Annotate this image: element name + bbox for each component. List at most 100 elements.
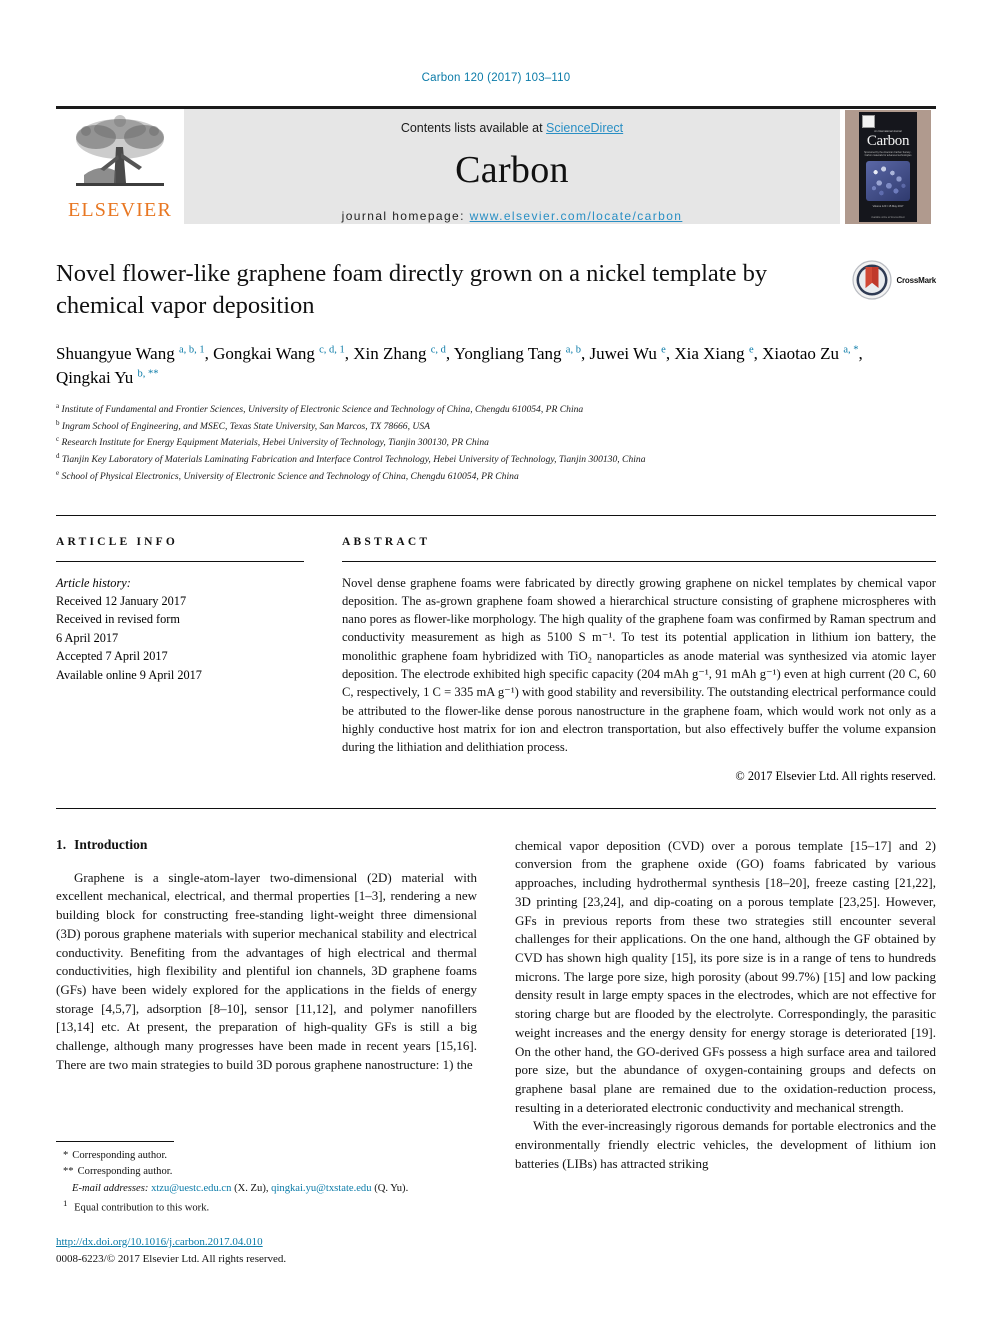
body-column-right: chemical vapor deposition (CVD) over a p… (515, 837, 936, 1174)
email-link-1[interactable]: xtzu@uestc.edu.cn (151, 1183, 231, 1194)
cover-artwork-icon (866, 160, 910, 201)
section-number: 1. (56, 836, 67, 852)
section-heading-introduction: 1. Introduction (56, 837, 477, 853)
author-affil-marks: c, d, 1 (319, 344, 345, 356)
article-history-item: Accepted 7 April 2017 (56, 649, 168, 664)
abstract-column: ABSTRACT Novel dense graphene foams were… (342, 536, 936, 784)
body-columns: 1. Introduction Graphene is a single-atom… (56, 837, 936, 1174)
divider (56, 807, 936, 809)
email-owner-2: (Q. Yu). (374, 1182, 409, 1194)
author-name: Juwei Wu (589, 343, 657, 363)
divider (56, 560, 304, 562)
footnote-text: Corresponding author. (77, 1166, 173, 1178)
author-name: Xia Xiang (674, 343, 745, 363)
crossmark-icon[interactable] (852, 260, 893, 300)
author-item: Qingkai Yu b, ** (56, 368, 159, 387)
paragraph: With the ever-increasingly rigorous dema… (515, 1118, 936, 1171)
cover-inner: An International Journal Carbon Sponsore… (859, 111, 917, 222)
author-affil-marks: a, * (843, 344, 859, 356)
article-info-column: ARTICLE INFO Article history: Received 1… (56, 536, 304, 784)
abstract-heading: ABSTRACT (342, 535, 431, 548)
crossmark-label: CrossMark (896, 275, 936, 285)
cover-volume-line: Volume 120 / 15 May 2017 (872, 204, 904, 208)
affiliation-marker: c (56, 435, 60, 444)
doi-block: http://dx.doi.org/10.1016/j.carbon.2017.… (56, 1232, 477, 1267)
body-column-left: 1. Introduction Graphene is a single-atom… (56, 837, 477, 1174)
article-history-item: 6 April 2017 (56, 630, 119, 645)
issn-copyright-line: 0008-6223/© 2017 Elsevier Ltd. All right… (56, 1252, 287, 1265)
article-history-item: Received 12 January 2017 (56, 593, 187, 608)
footnote-divider (56, 1140, 174, 1142)
email-link-2[interactable]: qingkai.yu@txstate.edu (271, 1183, 371, 1194)
email-owner-1: (X. Zu) (234, 1182, 266, 1194)
cover-card: An International Journal Carbon Sponsore… (845, 109, 931, 224)
author-sep: , (858, 343, 863, 363)
affiliation-item: a Institute of Fundamental and Frontier … (56, 401, 936, 418)
journal-cover-thumbnail[interactable]: An International Journal Carbon Sponsore… (840, 109, 936, 224)
affiliation-marker: a (56, 401, 60, 410)
section-title: Introduction (74, 836, 148, 852)
doi-link[interactable]: http://dx.doi.org/10.1016/j.carbon.2017.… (56, 1236, 263, 1248)
cover-subtitle: Sponsored by the American Carbon Society… (864, 150, 912, 158)
footnote-corresponding-author-2: ** Corresponding author. (56, 1164, 477, 1180)
divider (342, 560, 936, 562)
footnote-block: * Corresponding author. ** Corresponding a… (56, 1140, 477, 1267)
footnote-marker: * (63, 1149, 69, 1161)
homepage-prefix: journal homepage: (341, 209, 470, 223)
author-sep: , (753, 343, 763, 363)
article-title: Novel flower-like graphene foam directly… (56, 260, 768, 319)
info-abstract-section: ARTICLE INFO Article history: Received 1… (56, 514, 936, 784)
affiliation-text: Institute of Fundamental and Frontier Sc… (61, 404, 584, 416)
elsevier-wordmark: ELSEVIER (67, 199, 173, 221)
contents-prefix: Contents lists available at (400, 121, 547, 135)
article-info-heading: ARTICLE INFO (56, 535, 179, 548)
author-sep: , (204, 343, 214, 363)
paragraph: chemical vapor deposition (CVD) over a p… (515, 837, 936, 1115)
affiliation-marker: e (56, 468, 60, 477)
author-name: Xin Zhang (353, 343, 427, 363)
elsevier-tree-icon (76, 115, 164, 186)
author-item: Gongkai Wang c, d, 1, (213, 344, 353, 363)
crossmark-badge-group[interactable]: CrossMark (852, 260, 936, 300)
affiliation-text: Research Institute for Energy Equipment … (61, 437, 489, 449)
author-affil-marks: a, b, 1 (178, 344, 205, 356)
article-page: Carbon 120 (2017) 103–110 ELSEVIER Conte… (0, 0, 992, 1323)
abstract-text: Novel dense graphene foams were fabricat… (342, 575, 936, 755)
title-block: Novel flower-like graphene foam directly… (56, 258, 936, 322)
author-item: Shuangyue Wang a, b, 1, (56, 344, 213, 363)
abstract-copyright: © 2017 Elsevier Ltd. All rights reserved… (735, 768, 936, 783)
masthead-center: Contents lists available at ScienceDirec… (184, 109, 840, 224)
journal-masthead: ELSEVIER Contents lists available at Sci… (56, 106, 936, 224)
author-item: Yongliang Tang a, b, (454, 344, 590, 363)
journal-homepage-link[interactable]: www.elsevier.com/locate/carbon (470, 209, 683, 223)
contents-available-line: Contents lists available at ScienceDirec… (401, 121, 623, 135)
affiliation-list: a Institute of Fundamental and Frontier … (56, 401, 936, 485)
author-name: Shuangyue Wang (56, 343, 175, 363)
paragraph: Graphene is a single-atom-layer two-dime… (56, 869, 477, 1072)
author-name: Qingkai Yu (56, 367, 134, 387)
author-item: Xiaotao Zu a, *, (762, 344, 863, 363)
affiliation-marker: b (56, 418, 60, 427)
cover-elsevier-logo-icon (861, 114, 875, 128)
author-affil-marks: c, d (430, 344, 446, 356)
author-item: Xia Xiang e, (674, 344, 762, 363)
affiliation-text: Tianjin Key Laboratory of Materials Lami… (61, 454, 646, 466)
footnote-corresponding-author-1: * Corresponding author. (56, 1148, 477, 1164)
cover-journal-name: Carbon (866, 132, 910, 149)
article-history-item: Available online 9 April 2017 (56, 667, 202, 682)
footnote-equal-contribution: 1 Equal contribution to this work. (56, 1197, 477, 1217)
author-sep: , (445, 343, 454, 363)
affiliation-item: b Ingram School of Engineering, and MSEC… (56, 418, 936, 435)
article-history-item: Received in revised form (56, 612, 180, 627)
running-head: Carbon 120 (2017) 103–110 (421, 72, 571, 84)
cover-footer: Available online at ScienceDirect (871, 216, 905, 219)
author-name: Gongkai Wang (213, 343, 315, 363)
footnote-email-addresses: E-mail addresses: xtzu@uestc.edu.cn (X. … (72, 1182, 409, 1194)
author-list: Shuangyue Wang a, b, 1, Gongkai Wang c, … (56, 342, 886, 390)
author-affil-marks: a, b (565, 344, 581, 356)
affiliation-text: School of Physical Electronics, Universi… (61, 471, 519, 482)
author-name: Xiaotao Zu (762, 343, 840, 363)
sciencedirect-link[interactable]: ScienceDirect (546, 121, 623, 135)
affiliation-marker: d (56, 452, 60, 461)
email-label: E-mail addresses: (72, 1182, 149, 1194)
